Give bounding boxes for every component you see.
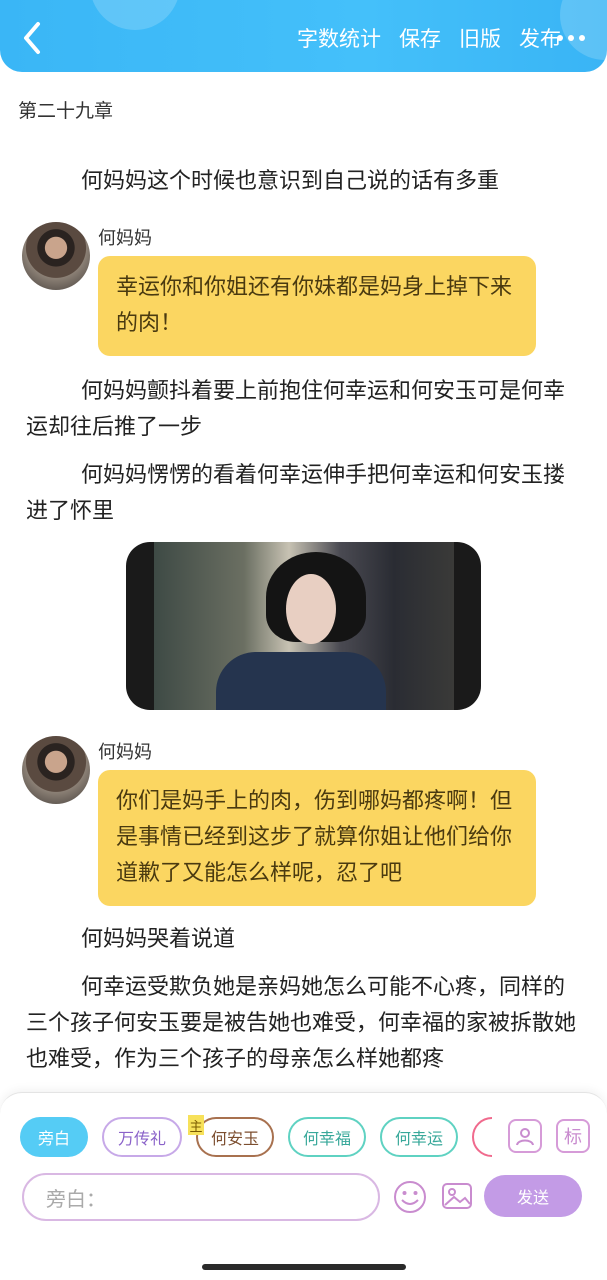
avatar[interactable]	[22, 222, 90, 290]
image-figure	[216, 652, 386, 710]
message-input[interactable]: 旁白：	[22, 1173, 380, 1221]
narration-paragraph[interactable]: 何妈妈颤抖着要上前抱住何幸运和何安玉可是何幸运却往后推了一步	[26, 374, 582, 446]
dialog-bubble[interactable]: 你们是妈手上的肉，伤到哪妈都疼啊！但是事情已经到这步了就算你姐让他们给你道歉了又…	[98, 770, 536, 906]
top-bar: 字数统计 保存 旧版 发布	[0, 0, 607, 72]
more-dots-icon	[557, 35, 563, 41]
role-chip[interactable]: 何幸福	[288, 1117, 366, 1157]
composer-panel: 旁白 万传礼 何安玉 何幸福 何幸运 主 标 旁白： 发送	[0, 1092, 607, 1280]
dialog-bubble[interactable]: 幸运你和你姐还有你妹都是妈身上掉下来的肉！	[98, 256, 536, 356]
insert-image-button[interactable]	[440, 1179, 474, 1213]
narration-paragraph[interactable]: 何妈妈愣愣的看着何幸运伸手把何幸运和何安玉搂进了怀里	[26, 458, 582, 530]
speaker-name: 何妈妈	[98, 742, 152, 763]
chevron-left-icon	[24, 22, 40, 54]
role-chip-list[interactable]: 旁白 万传礼 何安玉 何幸福 何幸运	[20, 1117, 492, 1159]
header-decoration	[90, 0, 180, 30]
back-button[interactable]	[18, 20, 48, 56]
more-dot	[579, 35, 585, 41]
image-icon	[442, 1183, 472, 1209]
emoji-button[interactable]	[392, 1179, 428, 1215]
more-dot	[568, 35, 574, 41]
speaker-name: 何妈妈	[98, 228, 152, 249]
inserted-image[interactable]	[126, 542, 481, 710]
header-actions: 字数统计 保存 旧版 发布	[297, 24, 561, 54]
old-version-button[interactable]: 旧版	[459, 24, 501, 54]
avatar[interactable]	[22, 736, 90, 804]
save-button[interactable]: 保存	[399, 24, 441, 54]
send-button[interactable]: 发送	[484, 1175, 582, 1217]
image-figure	[286, 574, 336, 644]
narration-paragraph[interactable]: 何妈妈哭着说道	[26, 922, 582, 958]
role-chip-narration[interactable]: 旁白	[20, 1117, 88, 1157]
role-chip[interactable]: 何幸运	[380, 1117, 458, 1157]
role-chip[interactable]: 万传礼	[102, 1117, 182, 1157]
chapter-title: 第二十九章	[18, 100, 114, 122]
role-chip[interactable]: 何安玉	[196, 1117, 274, 1157]
main-role-tag: 主	[188, 1115, 204, 1135]
home-indicator[interactable]	[202, 1264, 406, 1270]
role-chip[interactable]	[472, 1117, 492, 1157]
word-count-button[interactable]: 字数统计	[297, 24, 381, 54]
narration-paragraph[interactable]: 何妈妈这个时候也意识到自己说的话有多重	[26, 164, 582, 200]
smiley-icon	[394, 1181, 426, 1213]
avatar-tool-button[interactable]	[508, 1119, 542, 1153]
person-card-icon	[516, 1128, 534, 1146]
tag-tool-button[interactable]: 标	[556, 1119, 590, 1153]
more-button[interactable]	[557, 30, 593, 46]
publish-button[interactable]: 发布	[519, 24, 561, 54]
narration-paragraph[interactable]: 何幸运受欺负她是亲妈她怎么可能不心疼，同样的三个孩子何安玉要是被告她也难受，何幸…	[26, 970, 582, 1078]
